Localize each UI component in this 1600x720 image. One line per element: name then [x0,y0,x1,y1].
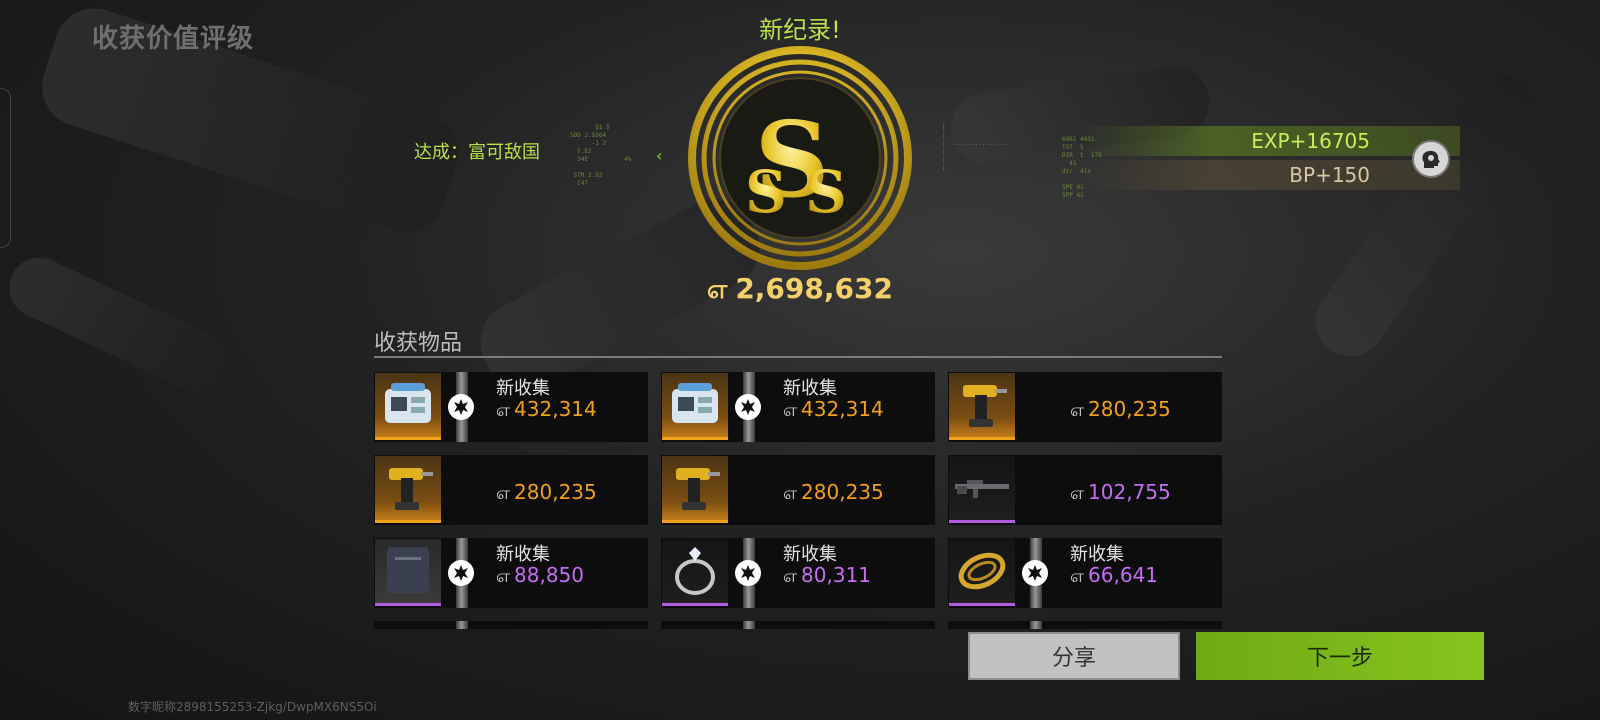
item-value: எ 432,314 [783,397,884,423]
item-card[interactable] [948,621,1222,629]
sss-grade-medal: S S S [688,46,912,270]
coin-icon: எ [783,483,798,504]
hud-decoration: Q1 5 SDD 2.5564 -1 2 F.E2 34E 4% STR 3.9… [570,124,632,187]
section-divider [374,356,1222,358]
items-grid[interactable]: 新收集 எ 432,314 新收集 எ 432,314 எ 280,235 எ 280,… [374,372,1224,629]
page-title: 收获价值评级 [92,24,255,54]
divider-stripe [456,621,468,629]
user-id-label: 数字昵称2898155253-Zjkg/DwpMX6NS5Oi [128,700,377,714]
drill-icon [375,456,441,523]
item-value: எ 280,235 [496,480,597,506]
item-value-amount: 280,235 [514,480,597,504]
item-card[interactable]: 新收集 எ 432,314 [374,372,648,442]
gold-chain-icon [949,539,1015,606]
item-card[interactable]: 新收集 எ 432,314 [661,372,935,442]
item-card[interactable] [374,621,648,629]
bp-reward: BP+150 [1289,163,1370,187]
next-step-button[interactable]: 下一步 [1196,632,1484,680]
item-value-amount: 80,311 [801,563,872,587]
item-card[interactable]: எ 280,235 [661,455,935,525]
item-card[interactable]: எ 280,235 [374,455,648,525]
item-value: எ 66,641 [1070,563,1158,589]
divider-stripe [743,621,755,629]
item-value: எ 102,755 [1070,480,1171,506]
exp-reward: EXP+16705 [1251,129,1370,153]
coin-icon: எ [707,275,728,305]
diamond-ring-icon [662,539,728,606]
new-record-label: 新纪录! [759,16,841,44]
total-value: எ 2,698,632 [700,272,900,308]
item-value: எ 280,235 [1070,397,1171,423]
item-card[interactable]: 新收集 எ 66,641 [948,538,1222,608]
item-value-amount: 432,314 [801,397,884,421]
coin-icon: எ [496,483,511,504]
bp-reward-bar: BP+150 [1080,160,1460,190]
chevron-left-icon: ‹ [656,146,663,165]
item-card[interactable]: 新收集 எ 80,311 [661,538,935,608]
divider-stripe [1030,621,1042,629]
item-card[interactable]: எ 102,755 [948,455,1222,525]
head-profile-icon[interactable] [1412,140,1450,178]
svg-text:S: S [805,158,847,226]
item-value: எ 80,311 [783,563,871,589]
item-card[interactable]: 新收集 எ 88,850 [374,538,648,608]
coin-icon: எ [496,400,511,421]
coin-icon: எ [1070,566,1085,587]
item-value-amount: 102,755 [1088,480,1171,504]
exp-reward-bar: EXP+16705 [1080,126,1460,156]
drill-icon [662,456,728,523]
background-shape [1301,59,1549,371]
item-value: எ 88,850 [496,563,584,589]
item-value: எ 432,314 [496,397,597,423]
generator-icon [662,373,728,440]
new-collection-badge-icon [735,394,761,420]
drill-icon [949,373,1015,440]
side-panel-edge[interactable] [0,88,11,248]
coin-icon: எ [1070,400,1085,421]
coin-icon: எ [496,566,511,587]
item-value: எ 280,235 [783,480,884,506]
total-value-amount: 2,698,632 [735,272,893,305]
item-card[interactable] [661,621,935,629]
hud-decoration: | | | ............... | | | [942,124,1008,171]
item-value-amount: 280,235 [801,480,884,504]
background-shape [0,247,261,413]
item-value-amount: 280,235 [1088,397,1171,421]
new-collection-badge-icon [1022,560,1048,586]
item-value-amount: 88,850 [514,563,585,587]
item-card[interactable]: எ 280,235 [948,372,1222,442]
new-collection-badge-icon [448,394,474,420]
share-button[interactable]: 分享 [968,632,1180,680]
armor-plate-icon [375,539,441,606]
coin-icon: எ [783,566,798,587]
items-section-title: 收获物品 [374,331,463,356]
achievement-label: 达成：富可敌国 [414,142,540,163]
generator-icon [375,373,441,440]
item-value-amount: 66,641 [1088,563,1159,587]
coin-icon: எ [783,400,798,421]
svg-text:S: S [745,158,787,226]
new-collection-badge-icon [448,560,474,586]
rifle-icon [949,456,1015,523]
coin-icon: எ [1070,483,1085,504]
new-collection-badge-icon [735,560,761,586]
item-value-amount: 432,314 [514,397,597,421]
